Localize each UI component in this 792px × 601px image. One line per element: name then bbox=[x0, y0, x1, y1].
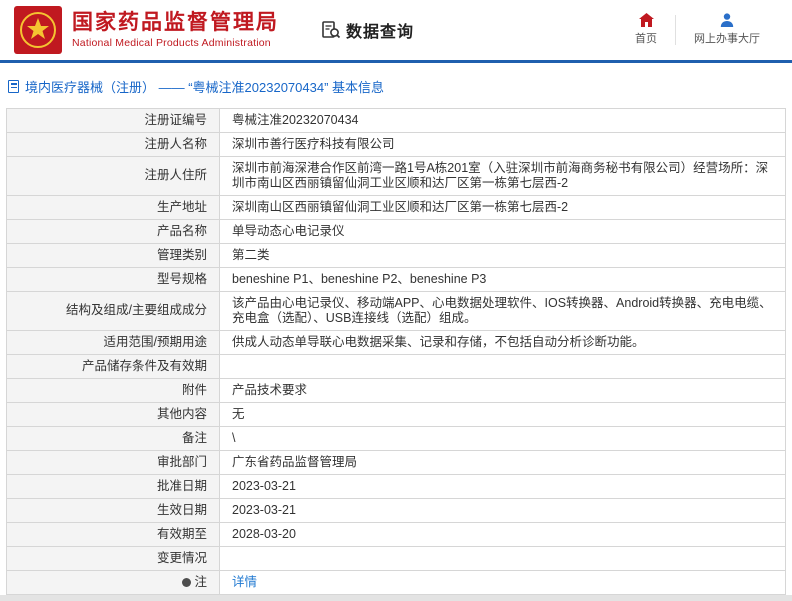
row-label: 变更情况 bbox=[6, 545, 220, 571]
row-label: 结构及组成/主要组成成分 bbox=[6, 290, 220, 331]
data-query-section: 数据查询 bbox=[321, 18, 414, 42]
row-value: 2028-03-20 bbox=[219, 521, 786, 547]
nav-home[interactable]: 首页 bbox=[617, 13, 675, 46]
row-value: \ bbox=[219, 425, 786, 451]
row-label: 注册证编号 bbox=[6, 107, 220, 133]
row-value: beneshine P1、beneshine P2、beneshine P3 bbox=[219, 266, 786, 292]
document-icon bbox=[8, 79, 19, 93]
row-label: 其他内容 bbox=[6, 401, 220, 427]
table-row: 管理类别 第二类 bbox=[6, 242, 786, 268]
org-name-en: National Medical Products Administration bbox=[72, 36, 271, 49]
row-label: 有效期至 bbox=[6, 521, 220, 547]
registration-info-table: 注册证编号 粤械注准20232070434 注册人名称 深圳市善行医疗科技有限公司 注册… bbox=[6, 107, 786, 595]
row-value: 无 bbox=[219, 401, 786, 427]
note-dot-icon bbox=[182, 577, 192, 587]
row-value: 广东省药品监督管理局 bbox=[219, 449, 786, 475]
row-value: 深圳市善行医疗科技有限公司 bbox=[219, 131, 786, 157]
table-row: 变更情况 bbox=[6, 545, 786, 571]
table-row: 产品储存条件及有效期 bbox=[6, 353, 786, 379]
row-label: 产品储存条件及有效期 bbox=[6, 353, 220, 379]
row-label: 生产地址 bbox=[6, 194, 220, 220]
table-row: 审批部门 广东省药品监督管理局 bbox=[6, 449, 786, 475]
nav-service-hall-label: 网上办事大厅 bbox=[694, 33, 760, 46]
row-label: 适用范围/预期用途 bbox=[6, 329, 220, 355]
info-table-body: 注册证编号 粤械注准20232070434 注册人名称 深圳市善行医疗科技有限公司 注册… bbox=[6, 107, 786, 595]
row-label: 审批部门 bbox=[6, 449, 220, 475]
row-label: 型号规格 bbox=[6, 266, 220, 292]
table-row: 结构及组成/主要组成成分 该产品由心电记录仪、移动端APP、心电数据处理软件、IO… bbox=[6, 290, 786, 331]
national-emblem-logo bbox=[14, 5, 62, 54]
row-value: 产品技术要求 bbox=[219, 377, 786, 403]
row-value: 单导动态心电记录仪 bbox=[219, 218, 786, 244]
row-label: 注 bbox=[6, 569, 220, 595]
info-table-wrap: 注册证编号 粤械注准20232070434 注册人名称 深圳市善行医疗科技有限公司 注册… bbox=[0, 107, 792, 595]
row-label: 生效日期 bbox=[6, 497, 220, 523]
footer-strip bbox=[0, 594, 792, 601]
table-row: 型号规格 beneshine P1、beneshine P2、beneshine … bbox=[6, 266, 786, 292]
row-label: 备注 bbox=[6, 425, 220, 451]
row-label: 产品名称 bbox=[6, 218, 220, 244]
breadcrumb-text: 境内医疗器械（注册） —— “粤械注准20232070434” 基本信息 bbox=[25, 79, 385, 95]
emblem-star-icon bbox=[20, 11, 56, 48]
data-query-label: 数据查询 bbox=[346, 23, 415, 41]
data-query-icon bbox=[322, 21, 341, 38]
row-label: 管理类别 bbox=[6, 242, 220, 268]
breadcrumb: 境内医疗器械（注册） —— “粤械注准20232070434” 基本信息 bbox=[0, 63, 792, 108]
user-icon bbox=[720, 13, 734, 28]
table-row: 注详情 bbox=[6, 569, 786, 595]
nav-home-label: 首页 bbox=[635, 33, 657, 46]
table-row: 有效期至 2028-03-20 bbox=[6, 521, 786, 547]
row-value: 2023-03-21 bbox=[219, 473, 786, 499]
table-row: 备注 \ bbox=[6, 425, 786, 451]
table-row: 注册人名称 深圳市善行医疗科技有限公司 bbox=[6, 131, 786, 157]
table-row: 生效日期 2023-03-21 bbox=[6, 497, 786, 523]
table-row: 注册人住所 深圳市前海深港合作区前湾一路1号A栋201室（入驻深圳市前海商务秘书有… bbox=[6, 155, 786, 196]
header: 国家药品监督管理局 National Medical Products Admi… bbox=[0, 0, 792, 60]
table-row: 生产地址 深圳南山区西丽镇留仙洞工业区顺和达厂区第一栋第七层西-2 bbox=[6, 194, 786, 220]
table-row: 产品名称 单导动态心电记录仪 bbox=[6, 218, 786, 244]
org-name-cn: 国家药品监督管理局 bbox=[72, 10, 279, 34]
nav-service-hall[interactable]: 网上办事大厅 bbox=[676, 13, 778, 46]
table-row: 附件 产品技术要求 bbox=[6, 377, 786, 403]
row-value: 该产品由心电记录仪、移动端APP、心电数据处理软件、IOS转换器、Android… bbox=[219, 290, 786, 331]
row-value: 第二类 bbox=[219, 242, 786, 268]
detail-link[interactable]: 详情 bbox=[232, 575, 257, 589]
row-label: 注册人名称 bbox=[6, 131, 220, 157]
row-label: 注册人住所 bbox=[6, 155, 220, 196]
org-names: 国家药品监督管理局 National Medical Products Admi… bbox=[72, 10, 279, 50]
row-value: 2023-03-21 bbox=[219, 497, 786, 523]
row-label: 附件 bbox=[6, 377, 220, 403]
table-row: 适用范围/预期用途 供成人动态单导联心电数据采集、记录和存储，不包括自动分析诊断功… bbox=[6, 329, 786, 355]
row-value: 深圳南山区西丽镇留仙洞工业区顺和达厂区第一栋第七层西-2 bbox=[219, 194, 786, 220]
row-value: 粤械注准20232070434 bbox=[219, 107, 786, 133]
table-row: 其他内容无 bbox=[6, 401, 786, 427]
row-value bbox=[219, 353, 786, 379]
header-nav: 首页 网上办事大厅 bbox=[617, 13, 778, 46]
row-value bbox=[219, 545, 786, 571]
home-icon bbox=[638, 13, 654, 28]
table-row: 批准日期 2023-03-21 bbox=[6, 473, 786, 499]
row-value: 详情 bbox=[219, 569, 786, 595]
row-value: 深圳市前海深港合作区前湾一路1号A栋201室（入驻深圳市前海商务秘书有限公司）经… bbox=[219, 155, 786, 196]
row-value: 供成人动态单导联心电数据采集、记录和存储，不包括自动分析诊断功能。 bbox=[219, 329, 786, 355]
row-label: 批准日期 bbox=[6, 473, 220, 499]
table-row: 注册证编号 粤械注准20232070434 bbox=[6, 107, 786, 133]
